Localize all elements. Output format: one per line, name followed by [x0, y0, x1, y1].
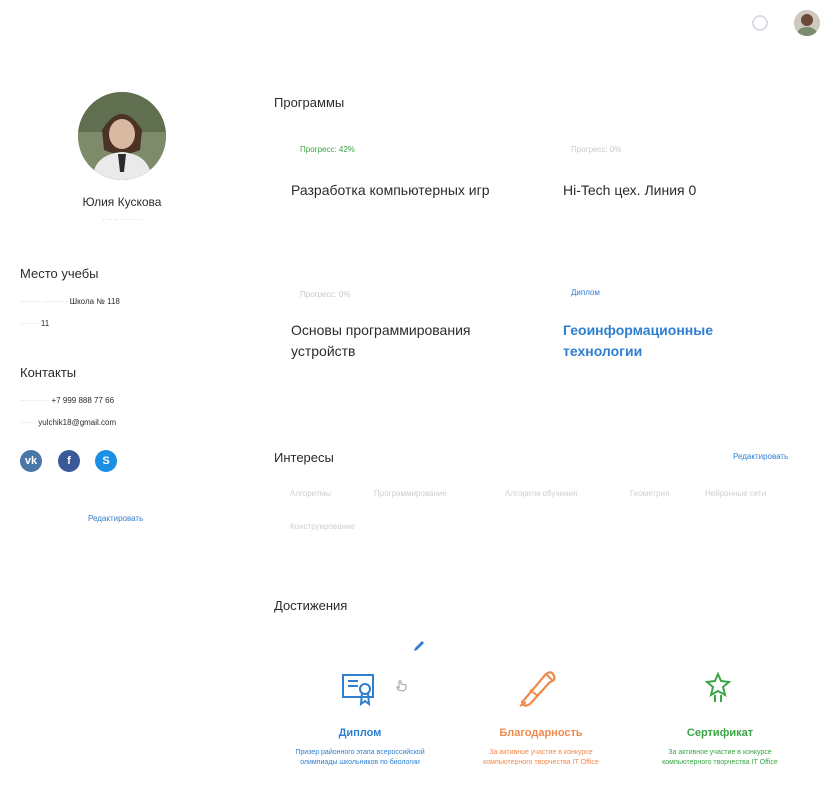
school-row: ········ ········· Школа № 118 — [20, 297, 120, 306]
phone-value: +7 999 888 77 66 — [51, 396, 115, 405]
achievement-certificate-desc: За активное участие в конкурсе компьютер… — [662, 749, 778, 766]
achievement-diploma-title: Диплом — [338, 727, 382, 739]
interest-tag[interactable]: Конструирование — [290, 522, 355, 531]
skype-icon[interactable]: S — [95, 450, 117, 472]
cursor-hand-icon — [396, 680, 407, 692]
achievement-diploma-desc: Призер районного этапа всероссийской оли… — [295, 749, 425, 766]
study-heading: Место учебы — [20, 266, 99, 281]
program-card-game-dev[interactable]: Разработка компьютерных игр — [291, 180, 521, 201]
profile-subtitle: ······ ········ — [102, 215, 142, 224]
profile-avatar — [78, 92, 166, 180]
profile-photo-icon — [78, 92, 166, 180]
program-card-devices[interactable]: Основы программирования устройств — [291, 320, 521, 362]
vk-icon[interactable]: vk — [20, 450, 42, 472]
school-label: ········ ········· — [20, 297, 68, 306]
interest-tag[interactable]: Геометрия — [630, 489, 669, 498]
phone-label: ··········· — [20, 396, 50, 405]
program-progress-label: Прогресс: 0% — [300, 290, 351, 299]
achievement-gratitude-desc: За активное участие в конкурсе компьютер… — [483, 749, 599, 766]
interests-heading: Интересы — [274, 450, 334, 465]
contacts-heading: Контакты — [20, 365, 77, 380]
class-value: 11 — [40, 319, 50, 328]
interest-tag[interactable]: Программирование — [374, 489, 447, 498]
interest-tag[interactable]: Алгоритмы — [290, 489, 331, 498]
facebook-icon[interactable]: f — [58, 450, 80, 472]
interests-edit-link[interactable]: Редактировать — [733, 452, 788, 461]
phone-row: ··········· +7 999 888 77 66 — [20, 396, 114, 405]
email-value: yulchik18@gmail.com — [38, 418, 117, 427]
certificate-icon — [704, 672, 732, 702]
pencil-edit-icon[interactable] — [411, 638, 427, 654]
school-value: Школа № 118 — [69, 297, 120, 306]
user-avatar-icon — [794, 10, 820, 36]
achievements-heading: Достижения — [274, 598, 348, 613]
program-diploma-label: Диплом — [571, 288, 600, 297]
program-card-hitech[interactable]: Hi-Tech цех. Линия 0 — [563, 180, 793, 201]
class-row: ······· 11 — [20, 319, 49, 328]
scroll-icon — [519, 671, 556, 707]
profile-name: Юлия Кускова — [82, 195, 162, 209]
user-avatar-button[interactable] — [794, 10, 820, 36]
diploma-icon — [342, 674, 374, 707]
achievement-certificate-title: Сертификат — [686, 727, 754, 739]
program-progress-label: Прогресс: 0% — [571, 145, 622, 154]
program-progress-label: Прогресс: 42% — [300, 145, 355, 154]
program-card-geoinfo[interactable]: Геоинформационные технологии — [563, 320, 763, 362]
interest-tag[interactable]: Алгоритм обучения — [505, 489, 577, 498]
loading-ring-icon — [752, 15, 768, 31]
interest-tag[interactable]: Нейронные сети — [705, 489, 766, 498]
email-row: ······ yulchik18@gmail.com — [20, 418, 116, 427]
email-label: ······ — [20, 418, 36, 427]
class-label: ······· — [20, 319, 39, 328]
programs-heading: Программы — [274, 95, 345, 110]
profile-edit-link[interactable]: Редактировать — [88, 514, 143, 523]
achievement-gratitude-title: Благодарность — [499, 727, 583, 739]
